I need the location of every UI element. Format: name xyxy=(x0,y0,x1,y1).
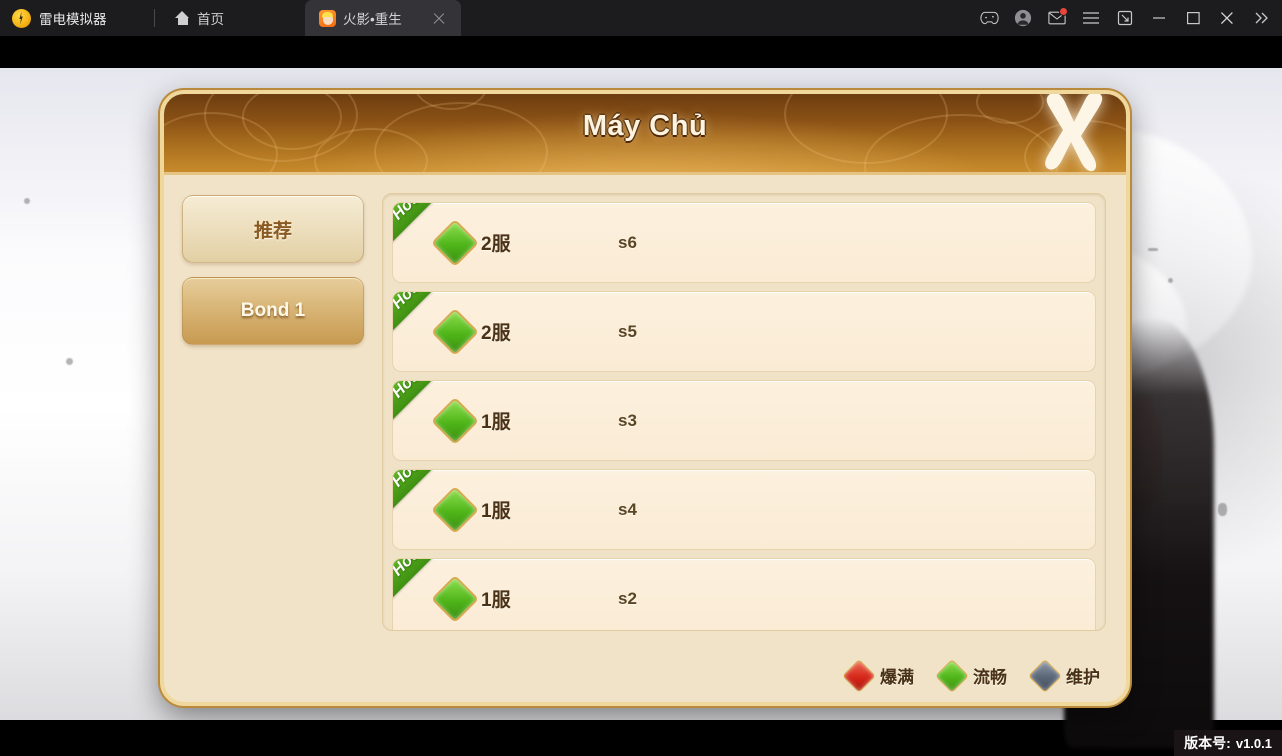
brand-name: 雷电模拟器 xyxy=(39,12,107,27)
emulator-titlebar: 雷电模拟器 首页 火影•重生 xyxy=(0,0,1282,36)
status-diamond-icon xyxy=(430,485,480,534)
hot-ribbon-label: Hot xyxy=(392,291,421,313)
scene-speck xyxy=(24,198,30,204)
server-group-sidebar: 推荐 Bond 1 xyxy=(182,193,364,701)
version-badge: 版本号: v1.0.1 xyxy=(1174,730,1282,756)
dialog-header: Máy Chủ xyxy=(164,94,1126,175)
server-name-label: s3 xyxy=(618,410,637,430)
tab-game-label: 火影•重生 xyxy=(343,12,402,27)
server-name-label: s2 xyxy=(618,588,637,608)
tab-close-icon[interactable] xyxy=(431,10,447,26)
legend-label: 维护 xyxy=(1066,668,1100,687)
server-row[interactable]: Hot 2服 s5 xyxy=(392,291,1096,372)
version-value: v1.0.1 xyxy=(1235,735,1272,751)
server-row[interactable]: Hot 1服 s3 xyxy=(392,380,1096,461)
status-diamond-icon xyxy=(842,658,876,693)
server-row[interactable]: Hot 1服 s2 xyxy=(392,558,1096,630)
legend-item-smooth: 流畅 xyxy=(935,658,1007,693)
hot-ribbon-label: Hot xyxy=(392,469,421,491)
titlebar-actions xyxy=(972,0,1282,36)
mail-icon[interactable] xyxy=(1040,0,1074,36)
server-row[interactable]: Hot 1服 s4 xyxy=(392,469,1096,550)
version-label: 版本号: xyxy=(1184,735,1231,751)
tab-separator xyxy=(154,9,155,27)
hot-ribbon-label: Hot xyxy=(392,558,421,580)
status-diamond-icon xyxy=(430,574,480,623)
status-diamond-icon xyxy=(430,218,480,267)
gamepad-icon[interactable] xyxy=(972,0,1006,36)
status-diamond-icon xyxy=(430,307,480,356)
server-list[interactable]: Hot 2服 s6 Hot 2服 s5 Hot 1服 s3 Hot 1服 s4 … xyxy=(382,193,1106,631)
scene-speck xyxy=(1148,248,1158,251)
status-diamond-icon xyxy=(1028,658,1062,693)
brand: 雷电模拟器 xyxy=(0,8,152,28)
hot-ribbon-label: Hot xyxy=(392,380,421,402)
status-legend: 爆满 流畅 维护 xyxy=(842,658,1100,693)
status-diamond-icon xyxy=(430,396,480,445)
dialog-title: Máy Chủ xyxy=(582,110,708,142)
legend-item-full: 爆满 xyxy=(842,658,914,693)
server-row[interactable]: Hot 2服 s6 xyxy=(392,202,1096,283)
close-icon[interactable] xyxy=(1210,0,1244,36)
menu-icon[interactable] xyxy=(1074,0,1108,36)
server-name-label: s5 xyxy=(618,321,637,341)
game-stage: Máy Chủ 推荐 Bond 1 Hot 2服 s6 Hot 2服 s5 Ho… xyxy=(0,36,1282,756)
sidebar-item-recommended[interactable]: 推荐 xyxy=(182,195,364,263)
sidebar-item-bond-1[interactable]: Bond 1 xyxy=(182,277,364,345)
server-zone-label: 1服 xyxy=(481,412,511,433)
legend-label: 爆满 xyxy=(880,668,914,687)
mail-badge-dot xyxy=(1059,7,1068,16)
tab-home-label: 首页 xyxy=(197,12,224,27)
maximize-icon[interactable] xyxy=(1176,0,1210,36)
scene-speck xyxy=(1168,278,1173,283)
ldplayer-logo-icon xyxy=(12,8,31,28)
sidebar-item-label: 推荐 xyxy=(253,220,292,242)
server-zone-label: 2服 xyxy=(481,234,511,255)
dialog-body: 推荐 Bond 1 Hot 2服 s6 Hot 2服 s5 Hot 1服 s3 … xyxy=(164,175,1126,701)
server-zone-label: 1服 xyxy=(481,501,511,522)
dialog-close-button[interactable] xyxy=(1030,94,1112,172)
expand-sidebar-icon[interactable] xyxy=(1244,0,1278,36)
server-zone-label: 2服 xyxy=(481,323,511,344)
server-zone-label: 1服 xyxy=(481,590,511,611)
tab-game[interactable]: 火影•重生 xyxy=(305,0,461,36)
sidebar-item-label: Bond 1 xyxy=(240,300,306,321)
user-account-icon[interactable] xyxy=(1006,0,1040,36)
server-name-label: s4 xyxy=(618,499,637,519)
scene-speck xyxy=(1218,503,1227,516)
game-app-icon xyxy=(319,9,336,27)
server-name-label: s6 xyxy=(618,232,637,252)
legend-label: 流畅 xyxy=(973,668,1007,687)
hot-ribbon-label: Hot xyxy=(392,202,421,224)
minimize-icon[interactable] xyxy=(1142,0,1176,36)
status-diamond-icon xyxy=(935,658,969,693)
legend-item-maintenance: 维护 xyxy=(1028,658,1100,693)
server-select-dialog: Máy Chủ 推荐 Bond 1 Hot 2服 s6 Hot 2服 s5 Ho… xyxy=(160,90,1130,706)
tab-home[interactable]: 首页 xyxy=(161,0,305,36)
resize-icon[interactable] xyxy=(1108,0,1142,36)
home-icon xyxy=(175,11,190,25)
scene-speck xyxy=(66,358,73,365)
